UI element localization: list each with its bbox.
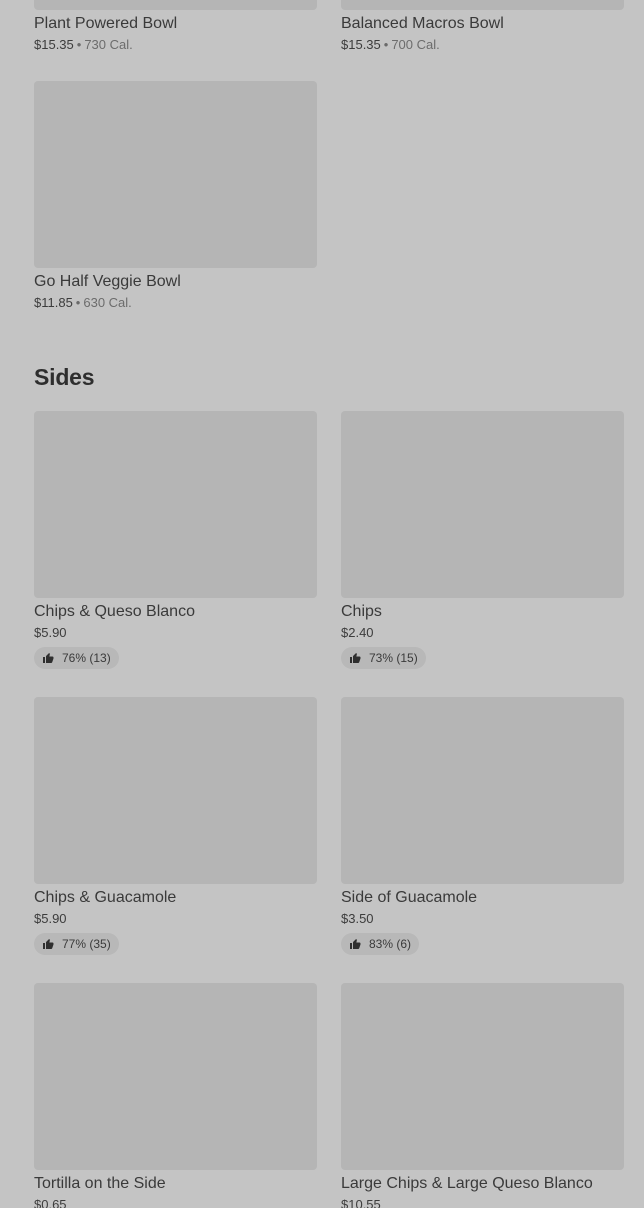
section-title-sides: Sides [34, 364, 95, 390]
item-image[interactable] [34, 697, 317, 884]
item-price: $15.35 [34, 37, 74, 52]
item-image[interactable] [341, 697, 624, 884]
item-price: $5.90 [34, 911, 67, 926]
thumbs-up-icon [350, 653, 361, 663]
menu-page: Plant Powered Bowl $15.35 • 730 Cal. Balan… [0, 0, 644, 1208]
item-name: Chips [341, 603, 382, 620]
rating-value: 73% (15) [369, 651, 418, 665]
item-image[interactable] [34, 81, 317, 268]
item-name: Tortilla on the Side [34, 1175, 166, 1192]
menu-item-card[interactable]: Plant Powered Bowl $15.35 • 730 Cal. [34, 0, 317, 53]
item-image[interactable] [341, 0, 624, 10]
item-name: Side of Guacamole [341, 889, 478, 906]
item-name: Balanced Macros Bowl [341, 15, 504, 32]
meta-separator: • [76, 37, 82, 52]
item-price: $2.40 [341, 625, 374, 640]
rating-badge: 77% (35) [34, 933, 119, 955]
rating-badge: 73% (15) [341, 647, 426, 669]
thumbs-up-icon [43, 653, 54, 663]
item-image[interactable] [34, 0, 317, 10]
meta-separator: • [383, 37, 389, 52]
item-calories: 730 Cal. [84, 37, 133, 52]
item-price: $5.90 [34, 625, 67, 640]
item-name: Chips & Guacamole [34, 889, 177, 906]
item-meta: $15.35 • 700 Cal. [341, 37, 624, 53]
rating-value: 83% (6) [369, 937, 412, 951]
menu-item-card[interactable]: Balanced Macros Bowl $15.35 • 700 Cal. [341, 0, 624, 53]
item-image[interactable] [341, 411, 624, 598]
thumbs-up-icon [43, 939, 54, 949]
menu-item-card[interactable]: Go Half Veggie Bowl $11.85 • 630 Cal. [34, 81, 317, 311]
meta-separator: • [75, 295, 81, 310]
item-price: $0.65 [34, 1197, 67, 1208]
menu-item-card[interactable]: Chips & Queso Blanco $5.90 76% (13) [34, 411, 317, 669]
rating-value: 77% (35) [62, 937, 111, 951]
item-meta: $11.85 • 630 Cal. [34, 295, 317, 311]
item-image[interactable] [34, 983, 317, 1170]
item-price: $3.50 [341, 911, 374, 926]
item-name: Large Chips & Large Queso Blanco [341, 1175, 593, 1192]
rating-value: 76% (13) [62, 651, 111, 665]
menu-item-card[interactable]: Large Chips & Large Queso Blanco $10.55 [341, 983, 624, 1208]
menu-item-card[interactable]: Chips & Guacamole $5.90 77% (35) [34, 697, 317, 955]
item-price: $15.35 [341, 37, 381, 52]
item-image[interactable] [341, 983, 624, 1170]
item-name: Chips & Queso Blanco [34, 603, 195, 620]
item-name: Go Half Veggie Bowl [34, 273, 181, 290]
thumbs-up-icon [350, 939, 361, 949]
menu-item-card[interactable]: Chips $2.40 73% (15) [341, 411, 624, 669]
item-price: $10.55 [341, 1197, 381, 1208]
item-image[interactable] [34, 411, 317, 598]
rating-badge: 83% (6) [341, 933, 420, 955]
menu-item-card[interactable]: Side of Guacamole $3.50 83% (6) [341, 697, 624, 955]
item-name: Plant Powered Bowl [34, 15, 178, 32]
rating-badge: 76% (13) [34, 647, 119, 669]
item-calories: 630 Cal. [83, 295, 132, 310]
item-calories: 700 Cal. [391, 37, 440, 52]
item-meta: $15.35 • 730 Cal. [34, 37, 317, 53]
menu-item-card[interactable]: Tortilla on the Side $0.65 [34, 983, 317, 1208]
item-price: $11.85 [34, 295, 73, 310]
